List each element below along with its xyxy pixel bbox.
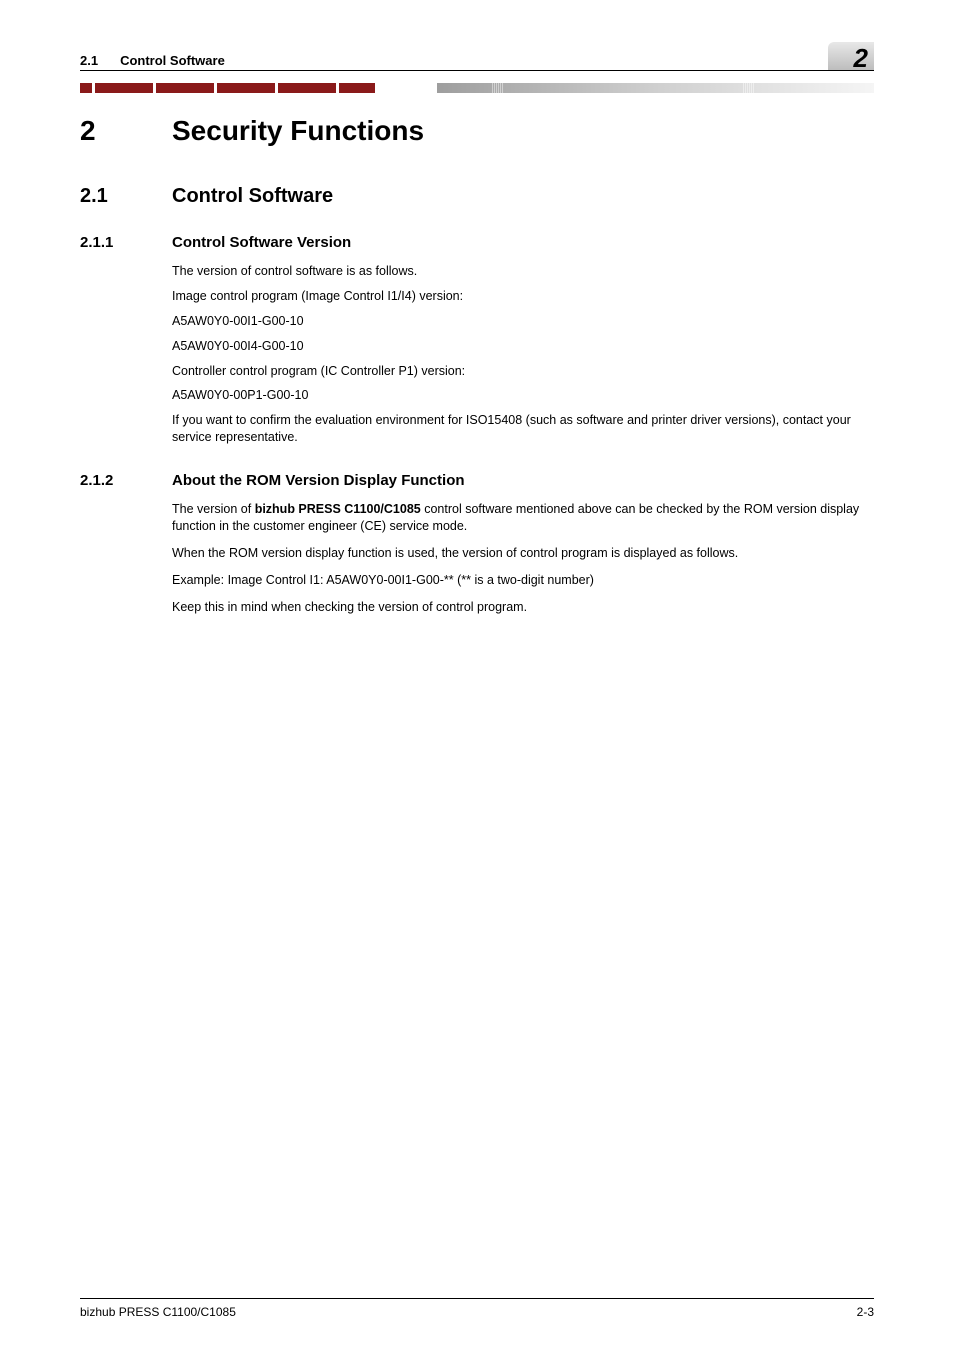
body-paragraph: The version of bizhub PRESS C1100/C1085 …: [172, 501, 874, 535]
decorative-bar-grey: [437, 83, 874, 93]
header-section-title: Control Software: [120, 53, 225, 68]
chapter-number: 2: [80, 115, 122, 147]
decorative-bar-red: [80, 83, 437, 93]
body-paragraph: Keep this in mind when checking the vers…: [172, 599, 874, 616]
subsection-number: 2.1.2: [80, 472, 122, 489]
subsection-heading: 2.1.2 About the ROM Version Display Func…: [80, 472, 874, 489]
section-number: 2.1: [80, 185, 122, 208]
body-paragraph: A5AW0Y0-00P1-G00-10: [172, 387, 874, 404]
subsection-body: The version of control software is as fo…: [172, 263, 874, 446]
header-section-number: 2.1: [80, 53, 98, 68]
paragraph-pre: When the ROM version display function is…: [172, 546, 738, 560]
body-paragraph: The version of control software is as fo…: [172, 263, 874, 280]
body-paragraph: A5AW0Y0-00I4-G00-10: [172, 338, 874, 355]
paragraph-pre: Example: Image Control I1: A5AW0Y0-00I1-…: [172, 573, 594, 587]
body-paragraph: A5AW0Y0-00I1-G00-10: [172, 313, 874, 330]
subsection-group: 2.1.1 Control Software Version The versi…: [80, 234, 874, 446]
chapter-tab-number: 2: [854, 43, 868, 74]
page-root: 2.1 Control Software 2 2 Secur: [0, 0, 954, 1351]
subsection-number: 2.1.1: [80, 234, 122, 251]
body-paragraph: When the ROM version display function is…: [172, 545, 874, 562]
body-paragraph: Example: Image Control I1: A5AW0Y0-00I1-…: [172, 572, 874, 589]
subsection-title: Control Software Version: [172, 234, 351, 251]
footer-product-name: bizhub PRESS C1100/C1085: [80, 1305, 236, 1319]
subsection-group: 2.1.2 About the ROM Version Display Func…: [80, 472, 874, 615]
running-header-left: 2.1 Control Software: [80, 53, 225, 68]
body-paragraph: If you want to confirm the evaluation en…: [172, 412, 874, 446]
subsection-body: The version of bizhub PRESS C1100/C1085 …: [172, 501, 874, 615]
paragraph-bold: bizhub PRESS C1100/C1085: [255, 502, 421, 516]
decorative-bar: [80, 83, 874, 93]
body-paragraph: Controller control program (IC Controlle…: [172, 363, 874, 380]
footer-page-number: 2-3: [857, 1305, 874, 1319]
body-paragraph: Image control program (Image Control I1/…: [172, 288, 874, 305]
section-title: Control Software: [172, 185, 333, 208]
paragraph-pre: Keep this in mind when checking the vers…: [172, 600, 527, 614]
subsection-title: About the ROM Version Display Function: [172, 472, 465, 489]
running-header: 2.1 Control Software 2: [80, 40, 874, 71]
section-heading: 2.1 Control Software: [80, 185, 874, 208]
paragraph-pre: The version of: [172, 502, 255, 516]
subsection-heading: 2.1.1 Control Software Version: [80, 234, 874, 251]
chapter-heading: 2 Security Functions: [80, 115, 874, 147]
running-header-right: 2: [828, 40, 874, 68]
page-footer: bizhub PRESS C1100/C1085 2-3: [80, 1298, 874, 1319]
chapter-title: Security Functions: [172, 115, 424, 147]
